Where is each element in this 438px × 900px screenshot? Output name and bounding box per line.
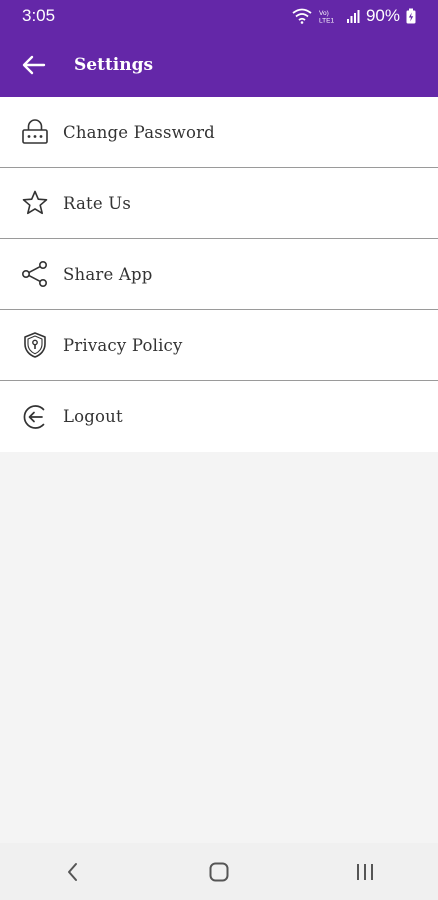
menu-item-logout[interactable]: Logout (0, 381, 438, 452)
menu-item-share-app[interactable]: Share App (0, 239, 438, 310)
nav-recents-button[interactable] (325, 843, 405, 900)
menu-item-label: Privacy Policy (63, 335, 183, 355)
menu-item-change-password[interactable]: Change Password (0, 97, 438, 168)
status-icons: Vo) LTE1 90% (292, 6, 416, 26)
back-button[interactable] (0, 32, 70, 97)
menu-item-rate-us[interactable]: Rate Us (0, 168, 438, 239)
status-bar: 3:05 Vo) LTE1 90% (0, 0, 438, 32)
svg-text:Vo): Vo) (319, 10, 329, 17)
menu-item-label: Logout (63, 407, 123, 426)
app-bar: Settings (0, 32, 438, 97)
wifi-icon (292, 8, 312, 24)
logout-icon (0, 381, 63, 452)
battery-charging-icon (406, 8, 416, 24)
nav-back-button[interactable] (33, 843, 113, 900)
settings-menu: Change Password Rate Us Share App Privac… (0, 97, 438, 452)
menu-item-privacy-policy[interactable]: Privacy Policy (0, 310, 438, 381)
svg-text:LTE1: LTE1 (319, 18, 334, 25)
signal-icon (346, 10, 360, 23)
recents-nav-icon (357, 863, 373, 880)
system-navigation-bar (0, 843, 438, 900)
menu-item-label: Rate Us (63, 193, 132, 213)
shield-icon (0, 310, 63, 381)
menu-item-label: Change Password (63, 122, 215, 142)
share-icon (0, 239, 63, 310)
arrow-left-icon (22, 55, 46, 74)
star-icon (0, 168, 63, 239)
menu-item-label: Share App (63, 264, 153, 284)
home-nav-icon (209, 862, 229, 881)
page-title: Settings (74, 54, 154, 75)
nav-home-button[interactable] (179, 843, 259, 900)
lock-icon (0, 97, 63, 168)
back-nav-icon (68, 862, 77, 881)
status-time: 3:05 (22, 6, 56, 25)
battery-percent: 90% (365, 6, 400, 25)
volte-lte-icon: Vo) LTE1 (319, 10, 334, 25)
